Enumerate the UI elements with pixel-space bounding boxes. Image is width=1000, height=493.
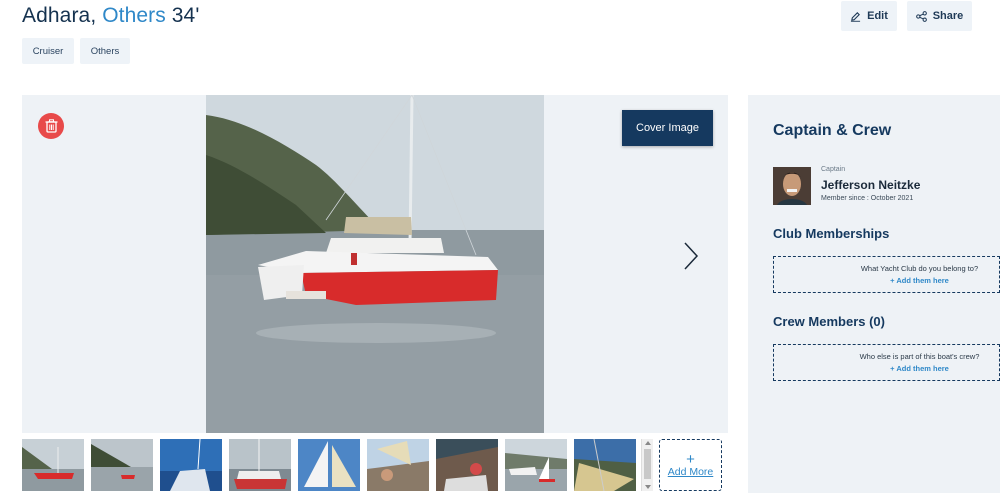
boat-brand-link[interactable]: Others bbox=[102, 4, 166, 27]
boat-length: 34' bbox=[171, 4, 200, 27]
avatar[interactable] bbox=[773, 167, 811, 205]
crew-members-box[interactable]: Who else is part of this boat's crew? + … bbox=[773, 344, 1000, 381]
captain-name[interactable]: Jefferson Neitzke bbox=[821, 178, 920, 192]
tag-others[interactable]: Others bbox=[80, 38, 130, 64]
edit-button[interactable]: Edit bbox=[841, 1, 897, 31]
add-more-button[interactable]: + Add More bbox=[659, 439, 722, 491]
thumbnail[interactable] bbox=[367, 439, 429, 491]
club-question: What Yacht Club do you belong to? bbox=[860, 264, 979, 273]
thumbnail[interactable] bbox=[574, 439, 636, 491]
thumbnail[interactable] bbox=[436, 439, 498, 491]
add-club-link[interactable]: + Add them here bbox=[824, 276, 949, 285]
thumbnail[interactable] bbox=[91, 439, 153, 491]
thumbnail-scrollbar[interactable] bbox=[641, 439, 653, 491]
plus-icon: + bbox=[686, 450, 695, 468]
captain-role: Captain bbox=[821, 166, 846, 173]
add-more-label: Add More bbox=[667, 465, 714, 478]
main-photo[interactable] bbox=[206, 95, 544, 433]
edit-label: Edit bbox=[867, 10, 888, 22]
add-crew-link[interactable]: + Add them here bbox=[824, 364, 949, 373]
thumbnail[interactable] bbox=[505, 439, 567, 491]
scroll-down-icon[interactable] bbox=[645, 485, 651, 489]
member-since: Member since : October 2021 bbox=[821, 195, 914, 202]
edit-icon bbox=[851, 11, 861, 22]
scrollbar-thumb[interactable] bbox=[644, 449, 651, 479]
chevron-right-icon[interactable] bbox=[682, 241, 700, 271]
crew-question: Who else is part of this boat's crew? bbox=[859, 352, 980, 361]
thumbnail[interactable] bbox=[22, 439, 84, 491]
captain-crew-panel: Captain & Crew Captain Jefferson Neitzke… bbox=[748, 95, 1000, 493]
trash-icon bbox=[45, 119, 57, 133]
boat-name: Adhara, bbox=[22, 4, 97, 27]
thumbnail[interactable] bbox=[298, 439, 360, 491]
scroll-up-icon[interactable] bbox=[645, 441, 651, 445]
club-membership-box[interactable]: What Yacht Club do you belong to? + Add … bbox=[773, 256, 1000, 293]
share-button[interactable]: Share bbox=[907, 1, 972, 31]
cover-image-button[interactable]: Cover Image bbox=[622, 110, 713, 146]
tag-cruiser[interactable]: Cruiser bbox=[22, 38, 74, 64]
delete-photo-button[interactable] bbox=[38, 113, 64, 139]
photo-gallery: Cover Image bbox=[22, 95, 728, 433]
page-title: Adhara, Others 34' bbox=[22, 4, 199, 28]
thumbnail[interactable] bbox=[229, 439, 291, 491]
thumbnail[interactable] bbox=[160, 439, 222, 491]
club-memberships-title: Club Memberships bbox=[773, 226, 890, 241]
share-label: Share bbox=[932, 10, 964, 22]
panel-title: Captain & Crew bbox=[773, 122, 892, 139]
share-icon bbox=[915, 10, 927, 22]
crew-members-title: Crew Members (0) bbox=[773, 314, 885, 329]
